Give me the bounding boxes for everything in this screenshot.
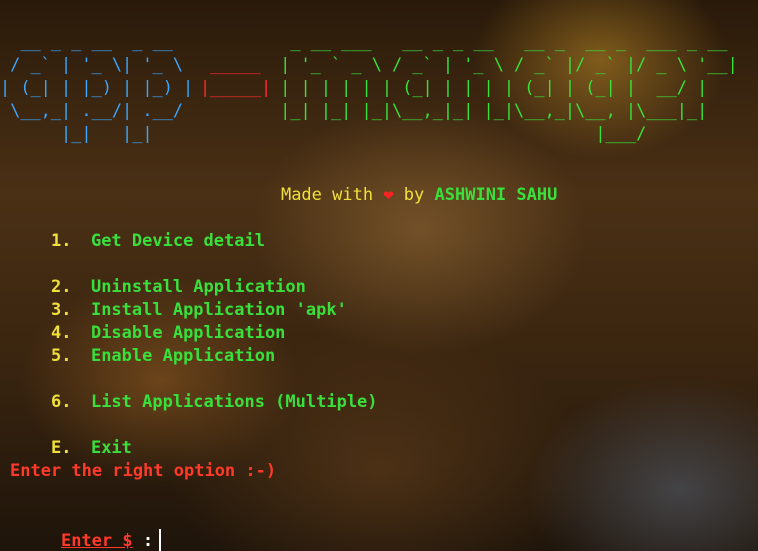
banner-line: __ _ _ __ _ __ bbox=[0, 31, 184, 51]
credit-prefix: Made with bbox=[280, 185, 384, 205]
menu-item-key: 6. bbox=[50, 392, 72, 412]
banner-line: |_____| bbox=[200, 77, 272, 97]
banner-line: _ __ ___ __ _ _ __ __ _ __ _ ___ _ __ bbox=[270, 31, 728, 51]
menu-item-key: 5. bbox=[50, 346, 72, 366]
prompt-separator: : bbox=[132, 531, 154, 551]
author-name: ASHWINI SAHU bbox=[434, 185, 558, 205]
credit-middle: by bbox=[393, 185, 435, 205]
heart-icon: ❤ bbox=[383, 185, 394, 205]
menu-item-label: Enable Application bbox=[90, 346, 276, 366]
menu-item-key: E. bbox=[50, 438, 72, 458]
menu-item-key: 1. bbox=[50, 231, 72, 251]
banner-logo-app: __ _ _ __ _ __ / _` | '_ \| '_ \ | (_| |… bbox=[0, 30, 193, 145]
banner-line: |_| |_| bbox=[0, 123, 184, 143]
banner-line: |_| |_| |_|\__,_|_| |_|\__,_|\__, |\___|… bbox=[270, 100, 708, 120]
text-cursor bbox=[159, 529, 162, 551]
terminal-window: __ _ _ __ _ __ / _` | '_ \| '_ \ | (_| |… bbox=[0, 0, 758, 551]
banner-line: / _` | '_ \| '_ \ bbox=[0, 54, 184, 74]
banner-line: | '_ ` _ \ / _` | '_ \ / _` |/ _` |/ _ \… bbox=[270, 54, 738, 74]
banner-line: _____ bbox=[210, 54, 261, 74]
banner-line: |___/ bbox=[270, 123, 647, 143]
banner-line: \__,_| .__/| .__/ bbox=[0, 100, 184, 120]
banner-logo-manager: _ __ ___ __ _ _ __ __ _ __ _ ___ _ __ | … bbox=[270, 30, 738, 145]
menu-item-label: List Applications (Multiple) bbox=[90, 392, 378, 412]
banner-logo-dash: _____ |_____| bbox=[200, 30, 271, 122]
menu-item-label: Get Device detail bbox=[90, 231, 265, 251]
menu-item-label: Exit bbox=[90, 438, 132, 458]
prompt-label: Enter $ bbox=[60, 531, 133, 551]
banner-line: | (_| | |_) | |_) | bbox=[0, 77, 194, 97]
command-input-line[interactable]: Enter $ : bbox=[20, 506, 162, 551]
banner-line: | | | | | | (_| | | | | (_| | (_| | __/ … bbox=[270, 77, 708, 97]
credit-line: Made with ❤ by ASHWINI SAHU bbox=[240, 161, 557, 230]
prompt-message: Enter the right option :-) bbox=[10, 461, 277, 481]
